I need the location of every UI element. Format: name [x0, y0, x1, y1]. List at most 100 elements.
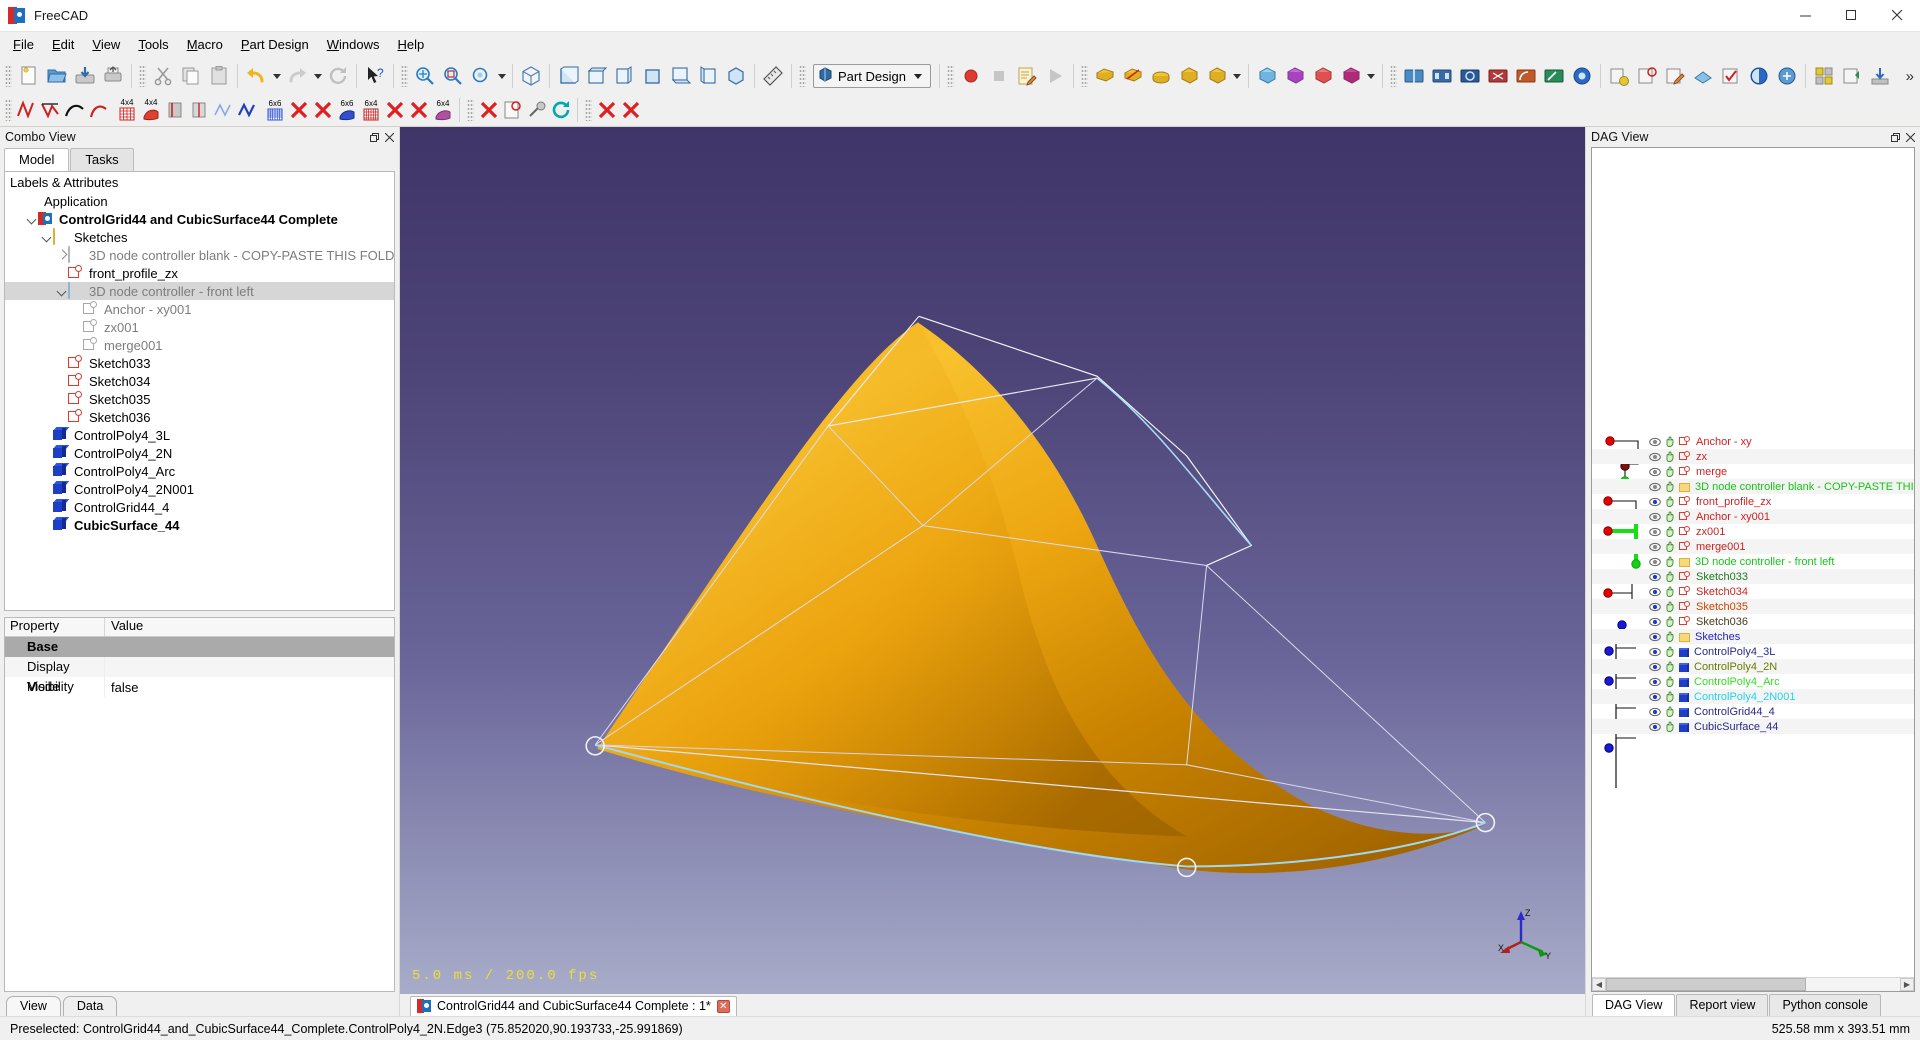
export-icon[interactable] [1838, 62, 1866, 90]
touch-hand-icon[interactable] [1664, 646, 1676, 657]
visibility-eye-icon[interactable] [1649, 707, 1661, 717]
toolbar-grip[interactable] [1389, 65, 1397, 87]
dag-row-controlpoly4-2n001[interactable]: ControlPoly4_2N001 [1592, 689, 1914, 704]
tree-twisty-expanded[interactable] [26, 210, 38, 228]
edit-sketch-icon[interactable] [1661, 62, 1689, 90]
visibility-eye-icon[interactable] [1649, 542, 1661, 552]
dag-row-zx[interactable]: zx [1592, 449, 1914, 464]
tree-item-controlgrid44-and-cubicsurface44-complete[interactable]: ControlGrid44 and CubicSurface44 Complet… [5, 210, 394, 228]
curve-blue-icon[interactable] [235, 97, 259, 123]
delete-red-x-icon[interactable] [407, 97, 431, 123]
visibility-eye-icon[interactable] [1649, 602, 1661, 612]
grid-4x4-icon[interactable]: 4x4 [115, 97, 139, 123]
dag-row-sketch036[interactable]: Sketch036 [1592, 614, 1914, 629]
toolbar-grip[interactable] [585, 99, 592, 121]
mirror-icon[interactable] [1400, 62, 1428, 90]
property-editor[interactable]: Property Value Base Display Mode Visibilit… [4, 617, 395, 992]
tree-item-controlpoly4-2n[interactable]: ControlPoly4_2N [5, 444, 394, 462]
execute-macro-icon[interactable] [1041, 62, 1069, 90]
tree-item-controlpoly4-3l[interactable]: ControlPoly4_3L [5, 426, 394, 444]
tab-data[interactable]: Data [62, 996, 118, 1016]
touch-hand-icon[interactable] [1664, 481, 1676, 492]
axonometric-view-icon[interactable] [722, 62, 750, 90]
toolbar-grip[interactable] [5, 65, 12, 87]
linear-pattern-icon[interactable] [1428, 62, 1456, 90]
delete-red-x-icon[interactable] [287, 97, 311, 123]
delete-red-x-icon[interactable] [311, 97, 335, 123]
validate-sketch-icon[interactable] [1717, 62, 1745, 90]
toolbar-grip[interactable] [5, 99, 12, 121]
tree-item-controlpoly4-2n001[interactable]: ControlPoly4_2N001 [5, 480, 394, 498]
dag-row-sketch034[interactable]: Sketch034 [1592, 584, 1914, 599]
isometric-view-icon[interactable] [517, 62, 545, 90]
boolean-common-icon[interactable] [1337, 62, 1365, 90]
surface-4x4-red-icon[interactable]: 4x4 [139, 97, 163, 123]
pad-icon[interactable] [1091, 62, 1119, 90]
delete-red-x-icon[interactable] [383, 97, 407, 123]
pocket-icon[interactable] [1119, 62, 1147, 90]
save-document-icon[interactable] [71, 62, 99, 90]
menu-macro[interactable]: Macro [178, 34, 232, 55]
visibility-eye-icon[interactable] [1649, 557, 1661, 567]
visibility-eye-icon[interactable] [1649, 572, 1661, 582]
curve-red-icon[interactable] [87, 97, 111, 123]
menu-view[interactable]: View [83, 34, 129, 55]
polyline-red-icon[interactable] [39, 97, 63, 123]
line-red-icon[interactable] [15, 97, 39, 123]
property-row-base[interactable]: Base [5, 637, 394, 657]
tree-item-application[interactable]: Application [5, 192, 394, 210]
menu-edit[interactable]: Edit [43, 34, 83, 55]
touch-hand-icon[interactable] [1664, 496, 1676, 507]
redo-dropdown-icon[interactable] [311, 62, 324, 90]
fillet-icon[interactable] [1512, 62, 1540, 90]
visibility-eye-icon[interactable] [1649, 692, 1661, 702]
dag-view-float-button[interactable] [1888, 130, 1903, 145]
dag-row-zx001[interactable]: zx001 [1592, 524, 1914, 539]
delete-red-x-icon[interactable] [595, 97, 619, 123]
touch-hand-icon[interactable] [1664, 661, 1676, 672]
tab-report-view[interactable]: Report view [1676, 994, 1769, 1016]
document-tab-close-icon[interactable]: ✕ [716, 999, 730, 1013]
dag-scroll-thumb[interactable] [1606, 978, 1806, 991]
tree-item-anchor-xy001[interactable]: Anchor - xy001 [5, 300, 394, 318]
visibility-eye-icon[interactable] [1649, 677, 1661, 687]
touch-hand-icon[interactable] [1664, 586, 1676, 597]
clone-icon[interactable] [1773, 62, 1801, 90]
grid-6x4-icon[interactable]: 6x4 [359, 97, 383, 123]
draft-icon[interactable] [1568, 62, 1596, 90]
delete-red-x-icon[interactable] [619, 97, 643, 123]
touch-hand-icon[interactable] [1664, 631, 1676, 642]
tree-item-zx001[interactable]: zx001 [5, 318, 394, 336]
refresh-icon[interactable] [324, 62, 352, 90]
whats-this-icon[interactable]: ? [361, 62, 389, 90]
tree-item-sketch034[interactable]: Sketch034 [5, 372, 394, 390]
bottom-view-icon[interactable] [666, 62, 694, 90]
tab-dag-view[interactable]: DAG View [1592, 994, 1676, 1016]
create-sketch-icon[interactable] [1633, 62, 1661, 90]
touch-hand-icon[interactable] [1664, 706, 1676, 717]
menu-part-design[interactable]: Part Design [232, 34, 318, 55]
touch-hand-icon[interactable] [1664, 451, 1676, 462]
dag-row-anchor-xy[interactable]: Anchor - xy [1592, 434, 1914, 449]
new-document-icon[interactable] [15, 62, 43, 90]
create-body-icon[interactable] [1605, 62, 1633, 90]
close-button[interactable] [1874, 0, 1920, 32]
paste-icon[interactable] [205, 62, 233, 90]
stamp-icon[interactable] [525, 97, 549, 123]
dag-row-3d-node-controller-front-left[interactable]: 3D node controller - front left [1592, 554, 1914, 569]
shape-binder-icon[interactable] [1745, 62, 1773, 90]
tree-item-controlgrid44-4[interactable]: ControlGrid44_4 [5, 498, 394, 516]
measure-icon[interactable] [759, 62, 787, 90]
draw-style-dropdown-icon[interactable] [495, 62, 508, 90]
std-view-group-icon[interactable] [1810, 62, 1838, 90]
visibility-eye-icon[interactable] [1649, 647, 1661, 657]
toolbar-grip[interactable] [401, 65, 408, 87]
multi-transform-icon[interactable] [1484, 62, 1512, 90]
record-macro-icon[interactable] [957, 62, 985, 90]
fit-selection-icon[interactable] [439, 62, 467, 90]
tree-item-sketch036[interactable]: Sketch036 [5, 408, 394, 426]
toolbar-grip[interactable] [1080, 65, 1088, 87]
tree-twisty-expanded[interactable] [56, 282, 68, 300]
tree-item-3d-node-controller-front-left[interactable]: 3D node controller - front left [5, 282, 394, 300]
boolean-union-icon[interactable] [1281, 62, 1309, 90]
